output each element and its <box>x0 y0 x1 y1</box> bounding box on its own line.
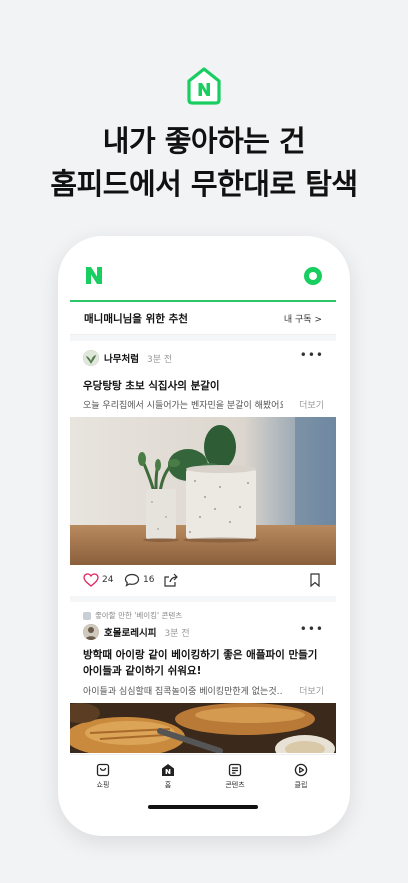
recommendation-tag: 좋아할 만한 '베이킹' 콘텐츠 <box>83 610 182 621</box>
read-more-link[interactable]: 더보기 <box>299 398 324 411</box>
comment-icon <box>124 573 140 587</box>
comment-button[interactable]: 16 <box>124 573 154 587</box>
tab-label: 홈 <box>164 781 172 789</box>
headline-line1: 내가 좋아하는 건 <box>102 124 306 158</box>
naver-n-logo-icon[interactable] <box>86 267 102 284</box>
post-time: 3분 전 <box>164 628 190 639</box>
more-options-icon[interactable]: ••• <box>300 349 324 361</box>
naver-logo-icon <box>185 67 223 105</box>
post-image[interactable] <box>70 417 336 565</box>
recommend-header: 매니매니님을 위한 추천 내 구독 > <box>70 302 336 335</box>
bookmark-icon <box>310 573 320 587</box>
post-description: 오늘 우리집에서 시들어가는 벤자민을 분갈이 해봤어요 <box>83 401 283 411</box>
feed-post: 좋아할 만한 '베이킹' 콘텐츠 호몰로레시피 3분 전 ••• 방학때 아이랑… <box>70 602 336 753</box>
avatar <box>83 624 99 640</box>
tab-label: 클립 <box>294 781 308 789</box>
tag-icon <box>83 611 91 620</box>
tab-home[interactable]: 홈 <box>143 763 193 790</box>
post-author[interactable]: 호몰로레시피 3분 전 <box>83 623 190 641</box>
post-title[interactable]: 우당탕탕 초보 식집사의 분갈이 <box>83 378 323 394</box>
post-actions: 24 16 <box>70 565 336 596</box>
tab-shopping[interactable]: 쇼핑 <box>78 763 128 790</box>
post-title[interactable]: 방학때 아이랑 같이 베이킹하기 좋은 애플파이 만들기 아이들과 같이하기 쉬… <box>83 647 323 679</box>
post-description: 아이들과 심심할때 집콕놀이중 베이킹만한게 없는것… <box>83 687 283 697</box>
share-icon <box>164 573 178 587</box>
tab-label: 콘텐츠 <box>225 781 245 789</box>
post-time: 3분 전 <box>146 354 173 365</box>
tab-clip[interactable]: 클립 <box>276 763 326 790</box>
more-options-icon[interactable]: ••• <box>300 623 324 635</box>
feed-post: 나무처럼 3분 전 ••• 우당탕탕 초보 식집사의 분갈이 오늘 우리집에서 … <box>70 341 336 596</box>
bookmark-button[interactable] <box>309 573 324 587</box>
heart-icon <box>83 573 99 587</box>
author-name: 나무처럼 <box>104 354 139 365</box>
phone-mockup: 매니매니님을 위한 추천 내 구독 > 나무처럼 3분 전 ••• 우당탕탕 초… <box>58 236 350 836</box>
app-screen: 매니매니님을 위한 추천 내 구독 > 나무처럼 3분 전 ••• 우당탕탕 초… <box>70 250 336 818</box>
bottom-tab-bar: 쇼핑 홈 콘텐츠 클립 <box>70 754 336 818</box>
share-button[interactable] <box>163 573 182 587</box>
shopping-bag-icon <box>96 763 110 777</box>
like-button[interactable]: 24 <box>83 573 113 587</box>
author-name: 호몰로레시피 <box>104 628 157 639</box>
avatar <box>83 350 99 366</box>
tab-label: 쇼핑 <box>96 781 110 789</box>
profile-icon[interactable] <box>304 267 322 285</box>
post-author[interactable]: 나무처럼 3분 전 <box>83 349 172 367</box>
post-image[interactable] <box>70 703 336 753</box>
my-subscriptions-link[interactable]: 내 구독 > <box>284 312 322 325</box>
home-icon <box>162 764 174 776</box>
comment-count: 16 <box>143 575 155 585</box>
recommend-title: 매니매니님을 위한 추천 <box>84 313 188 325</box>
home-indicator <box>148 805 258 809</box>
app-header <box>70 250 336 302</box>
tab-content[interactable]: 콘텐츠 <box>210 763 260 790</box>
content-icon <box>228 763 242 777</box>
like-count: 24 <box>102 575 114 585</box>
read-more-link[interactable]: 더보기 <box>299 684 324 697</box>
clip-icon <box>294 763 308 777</box>
headline-line2: 홈피드에서 무한대로 탐색 <box>50 167 358 201</box>
